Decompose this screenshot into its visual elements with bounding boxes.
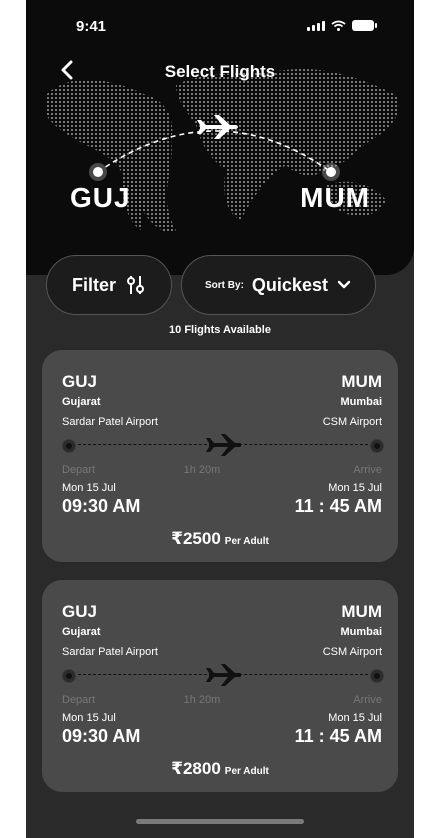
status-time: 9:41 [76, 18, 107, 35]
origin-name: Gujarat [62, 626, 101, 638]
sort-dropdown[interactable]: Sort By: Quickest [181, 255, 376, 315]
origin-dot-icon [62, 439, 76, 453]
origin-airport: Sardar Patel Airport [62, 416, 158, 428]
sliders-icon [127, 276, 144, 294]
origin-code: GUJ [70, 182, 131, 213]
destination-code: MUM [341, 602, 382, 621]
filter-label: Filter [71, 274, 116, 295]
arrive-date: Mon 15 Jul [328, 482, 382, 494]
flights-count: 10 Flights Available [169, 324, 271, 336]
destination-code: MUM [300, 182, 370, 213]
sort-prefix: Sort By: [205, 279, 244, 291]
duration: 1h 20m [183, 464, 221, 476]
status-icons [307, 20, 377, 31]
destination-code: MUM [341, 372, 382, 391]
fare-amount: ₹2800 [171, 759, 221, 778]
origin-dot-icon [62, 669, 76, 683]
wifi-icon [331, 20, 346, 31]
page-title: Select Flights [164, 62, 276, 81]
airplane-icon [197, 115, 238, 139]
home-indicator[interactable] [136, 819, 304, 824]
fare-unit: Per Adult [224, 536, 269, 547]
arrive-label: Arrive [353, 694, 382, 706]
fare: ₹2500 Per Adult [42, 529, 398, 549]
depart-date: Mon 15 Jul [62, 482, 116, 494]
origin-code: GUJ [62, 372, 97, 391]
arrive-time: 11 : 45 AM [294, 726, 382, 746]
depart-time: 09:30 AM [62, 726, 141, 746]
route-line [62, 434, 384, 456]
fare-amount: ₹2500 [171, 529, 221, 548]
destination-airport: CSM Airport [322, 646, 382, 658]
battery-icon [352, 20, 377, 31]
destination-dot-icon [370, 439, 384, 453]
destination-airport: CSM Airport [322, 416, 382, 428]
destination-name: Mumbai [340, 626, 382, 638]
destination-dot-icon [370, 669, 384, 683]
flight-card[interactable]: GUJ MUM Gujarat Mumbai Sardar Patel Airp… [42, 580, 398, 792]
arrive-time: 11 : 45 AM [294, 496, 382, 516]
airplane-icon [206, 434, 241, 456]
route-line [62, 664, 384, 686]
fare: ₹2800 Per Adult [42, 759, 398, 779]
origin-name: Gujarat [62, 396, 101, 408]
destination-name: Mumbai [340, 396, 382, 408]
arrive-date: Mon 15 Jul [328, 712, 382, 724]
chevron-down-icon [337, 280, 351, 289]
duration: 1h 20m [183, 694, 221, 706]
depart-time: 09:30 AM [62, 496, 141, 516]
filter-button[interactable]: Filter [46, 255, 172, 315]
airplane-icon [206, 664, 241, 686]
route-map-header: 9:41 Select Flights GUJ MUM [26, 0, 414, 275]
origin-code: GUJ [62, 602, 97, 621]
app-screen: 9:41 Select Flights GUJ MUM Filter Sort … [26, 0, 414, 838]
origin-airport: Sardar Patel Airport [62, 646, 158, 658]
arrive-label: Arrive [353, 464, 382, 476]
signal-icon [307, 20, 325, 31]
flight-path [89, 115, 340, 181]
sort-value: Quickest [251, 274, 328, 295]
flight-card[interactable]: GUJ MUM Gujarat Mumbai Sardar Patel Airp… [42, 350, 398, 562]
depart-date: Mon 15 Jul [62, 712, 116, 724]
fare-unit: Per Adult [224, 766, 269, 777]
